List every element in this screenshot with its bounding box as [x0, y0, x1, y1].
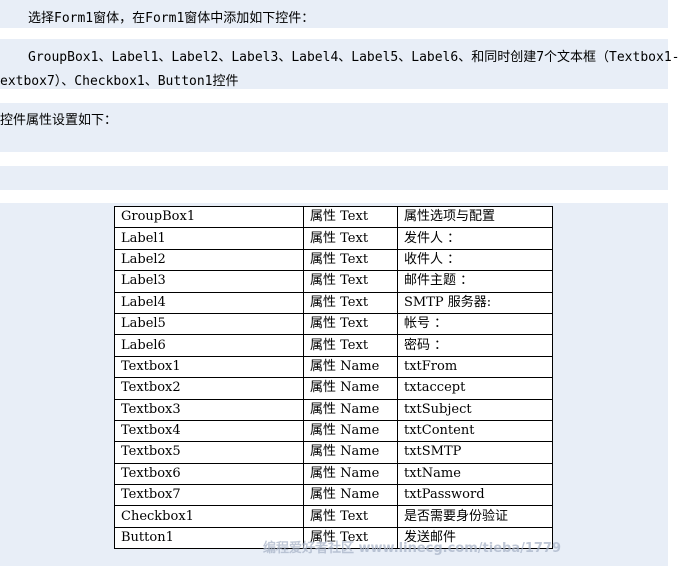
property-cell: 属性 Text: [303, 291, 398, 314]
property-cell: 属性 Text: [303, 205, 398, 229]
property-cell: 属性 Text: [303, 227, 398, 250]
value-cell: txtSMTP: [397, 441, 553, 464]
value-cell: 密码 ：: [397, 334, 553, 357]
value-cell: 属性选项与配置: [397, 205, 553, 229]
control-name-cell: Label2: [114, 248, 304, 272]
intro-text: 选择Form1窗体，在Form1窗体中添加如下控件：: [28, 11, 315, 26]
value-cell: 收件人 ：: [397, 248, 553, 272]
table-row: Textbox2 属性 Name txtaccept: [114, 377, 553, 400]
control-name-cell: GroupBox1: [114, 205, 304, 229]
table-row: Label4 属性 Text SMTP 服务器:: [114, 291, 553, 314]
value-cell: txtContent: [397, 419, 553, 443]
table-row: Textbox5 属性 Name txtSMTP: [114, 441, 553, 464]
table-row: Label3 属性 Text 邮件主题 ：: [114, 270, 553, 293]
table-row: Textbox7 属性 Name txtPassword: [114, 484, 553, 507]
control-name-cell: Textbox3: [114, 398, 304, 421]
control-name-cell: Label5: [114, 312, 304, 336]
value-cell: txtaccept: [397, 377, 553, 400]
control-name-cell: Textbox5: [114, 441, 304, 464]
control-name-cell: Textbox1: [114, 355, 304, 379]
table-row: Label1 属性 Text 发件人 ：: [114, 227, 553, 250]
value-cell: 邮件主题 ：: [397, 270, 553, 293]
value-cell: txtFrom: [397, 355, 553, 379]
property-cell: 属性 Text: [303, 334, 398, 357]
control-name-cell: Textbox4: [114, 419, 304, 443]
property-table: GroupBox1 属性 Text 属性选项与配置 Label1 属性 Text 发件人 …: [114, 205, 553, 550]
control-name-cell: Label1: [114, 227, 304, 250]
property-cell: 属性 Text: [303, 270, 398, 293]
value-cell: 是否需要身份验证: [397, 505, 553, 528]
table-row: Textbox4 属性 Name txtContent: [114, 419, 553, 443]
control-name-cell: Checkbox1: [114, 505, 304, 528]
value-cell: txtName: [397, 462, 553, 486]
table-row: Checkbox1 属性 Text 是否需要身份验证: [114, 505, 553, 528]
property-cell: 属性 Name: [303, 462, 398, 486]
table-row: Textbox3 属性 Name txtSubject: [114, 398, 553, 421]
control-name-cell: Textbox6: [114, 462, 304, 486]
controls-text-line2: extbox7）、Checkbox1、Button1控件: [0, 74, 239, 89]
property-cell: 属性 Name: [303, 377, 398, 400]
table-row: Label6 属性 Text 密码 ：: [114, 334, 553, 357]
property-cell: 属性 Name: [303, 398, 398, 421]
property-cell: 属性 Name: [303, 419, 398, 443]
paragraph-band-4: [0, 166, 668, 190]
control-name-cell: Textbox7: [114, 484, 304, 507]
value-cell: txtPassword: [397, 484, 553, 507]
control-name-cell: Label3: [114, 270, 304, 293]
value-cell: 帐号 ：: [397, 312, 553, 336]
property-cell: 属性 Name: [303, 441, 398, 464]
table-row: GroupBox1 属性 Text 属性选项与配置: [114, 205, 553, 229]
control-name-cell: Textbox2: [114, 377, 304, 400]
table-row: Label2 属性 Text 收件人 ：: [114, 248, 553, 272]
table-row: Textbox6 属性 Name txtName: [114, 462, 553, 486]
property-cell: 属性 Text: [303, 248, 398, 272]
value-cell: txtSubject: [397, 398, 553, 421]
value-cell: SMTP 服务器:: [397, 291, 553, 314]
table-row: Label5 属性 Text 帐号 ：: [114, 312, 553, 336]
control-name-cell: Label6: [114, 334, 304, 357]
watermark: 编程爱好者社区 www.linecg.com/tieba/1779: [263, 541, 562, 556]
control-name-cell: Label4: [114, 291, 304, 314]
property-cell: 属性 Name: [303, 484, 398, 507]
controls-text-line1: GroupBox1、Label1、Label2、Label3、Label4、La…: [28, 50, 680, 65]
property-cell: 属性 Text: [303, 312, 398, 336]
property-cell: 属性 Name: [303, 355, 398, 379]
settings-heading: 控件属性设置如下：: [0, 113, 118, 128]
property-cell: 属性 Text: [303, 505, 398, 528]
value-cell: 发件人 ：: [397, 227, 553, 250]
table-row: Textbox1 属性 Name txtFrom: [114, 355, 553, 379]
